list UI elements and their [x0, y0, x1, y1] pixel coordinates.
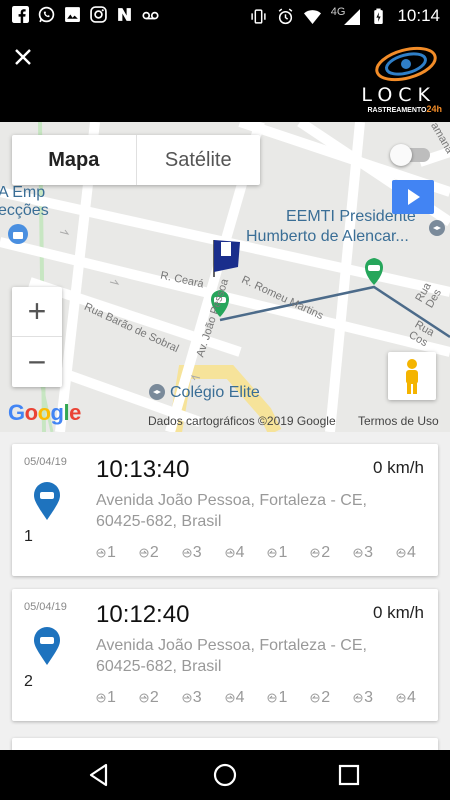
battery-charging-icon: [374, 8, 384, 24]
output-icon: [267, 548, 277, 558]
map-view[interactable]: R. Ceará R. Romeu Martins Rua Barão de S…: [0, 122, 450, 432]
input-1: 1: [96, 544, 116, 562]
app-bar: LOCK RASTREAMENTO24h: [0, 32, 450, 122]
street-view-button[interactable]: [388, 352, 436, 400]
output-3: 3: [353, 544, 373, 562]
record-index: 2: [24, 673, 33, 690]
map-type-map-tab[interactable]: Mapa: [12, 135, 137, 185]
car-pin-icon: [34, 627, 60, 665]
output-icon: [267, 693, 277, 703]
poi-label-eccoes: ecções: [0, 202, 49, 219]
poi-label-humberto: Humberto de Alencar...: [246, 228, 409, 245]
status-bar: 4G 10:14: [0, 0, 450, 32]
input-2: 2: [139, 544, 159, 562]
car-pin-icon: [34, 482, 60, 520]
record-date: 05/04/19: [24, 601, 67, 613]
vibrate-icon: [251, 8, 266, 24]
input-3: 3: [182, 689, 202, 707]
output-2: 2: [310, 544, 330, 562]
io-status-row: 1 2 3 4 1 2 3 4: [96, 689, 416, 707]
input-4: 4: [225, 544, 244, 562]
status-clock: 10:14: [397, 6, 440, 25]
logo-text: LOCK: [361, 84, 436, 106]
record-address: Avenida João Pessoa, Fortaleza - CE, 604…: [96, 492, 367, 530]
map-attribution: Dados cartográficos ©2019 Google: [148, 414, 336, 428]
output-4: 4: [396, 544, 416, 562]
input-2: 2: [139, 689, 159, 707]
facebook-icon: [12, 6, 29, 23]
play-route-button[interactable]: [392, 180, 434, 214]
output-icon: [353, 693, 363, 703]
output-icon: [396, 548, 406, 558]
output-icon: [310, 548, 320, 558]
output-1: 1: [267, 689, 287, 707]
map-type-satellite-tab[interactable]: Satélite: [137, 135, 261, 185]
system-nav-bar: [0, 750, 450, 800]
output-3: 3: [353, 689, 373, 707]
map-terms-link[interactable]: Termos de Uso: [358, 414, 439, 428]
recents-icon[interactable]: [332, 758, 366, 792]
input-icon: [182, 693, 192, 703]
pegman-icon: [406, 359, 418, 394]
logo-sub-accent: 24h: [426, 104, 442, 114]
whatsapp-icon: [38, 6, 55, 23]
output-1: 1: [267, 544, 287, 562]
gallery-icon: [65, 7, 80, 22]
logo-subtitle: RASTREAMENTO24h: [368, 104, 443, 114]
record-time: 10:12:40: [96, 601, 190, 628]
zoom-in-button[interactable]: +: [12, 287, 62, 337]
poi-school-icon[interactable]: [429, 220, 445, 236]
poi-label-elite: Colégio Elite: [170, 384, 260, 401]
input-3: 3: [182, 544, 202, 562]
map-type-control: Mapa Satélite: [12, 135, 260, 185]
toggle-knob: [390, 144, 412, 166]
zoom-control: + −: [12, 287, 62, 387]
record-speed: 0 km/h: [372, 603, 424, 622]
io-status-row: 1 2 3 4 1 2 3 4: [96, 544, 416, 562]
back-icon[interactable]: [82, 758, 116, 792]
record-speed: 0 km/h: [372, 458, 424, 477]
wifi-icon: [303, 9, 321, 24]
output-4: 4: [396, 689, 416, 707]
poi-shop-icon[interactable]: [8, 224, 28, 244]
google-logo: Google: [8, 400, 81, 425]
input-icon: [225, 693, 235, 703]
traffic-toggle[interactable]: [388, 144, 434, 166]
home-icon[interactable]: [208, 758, 242, 792]
close-icon[interactable]: [12, 46, 34, 68]
alarm-icon: [278, 7, 293, 24]
output-icon: [353, 548, 363, 558]
list-item[interactable]: 05/04/19 10:12:40 0 km/h Avenida João Pe…: [12, 589, 438, 721]
logo-sub-text: RASTREAMENTO: [367, 107, 427, 114]
input-icon: [96, 548, 106, 558]
input-icon: [139, 548, 149, 558]
poi-label-emp: A Emp: [0, 184, 46, 201]
input-1: 1: [96, 689, 116, 707]
record-address: Avenida João Pessoa, Fortaleza - CE, 604…: [96, 637, 367, 675]
voicemail-icon: [142, 11, 159, 20]
input-4: 4: [225, 689, 244, 707]
input-icon: [139, 693, 149, 703]
n-icon: [118, 8, 131, 21]
history-list[interactable]: 05/04/19 10:13:40 0 km/h Avenida João Pe…: [0, 432, 450, 758]
list-item[interactable]: 05/04/19 10:13:40 0 km/h Avenida João Pe…: [12, 444, 438, 576]
record-index: 1: [24, 528, 33, 545]
output-icon: [310, 693, 320, 703]
zoom-out-button[interactable]: −: [12, 337, 62, 387]
input-icon: [182, 548, 192, 558]
poi-elite-icon[interactable]: [149, 384, 165, 400]
record-time: 10:13:40: [96, 456, 190, 483]
output-icon: [396, 693, 406, 703]
play-icon: [408, 189, 420, 205]
signal-icon: [344, 8, 361, 25]
input-icon: [225, 548, 235, 558]
instagram-icon: [90, 6, 107, 23]
input-icon: [96, 693, 106, 703]
record-date: 05/04/19: [24, 456, 67, 468]
output-2: 2: [310, 689, 330, 707]
